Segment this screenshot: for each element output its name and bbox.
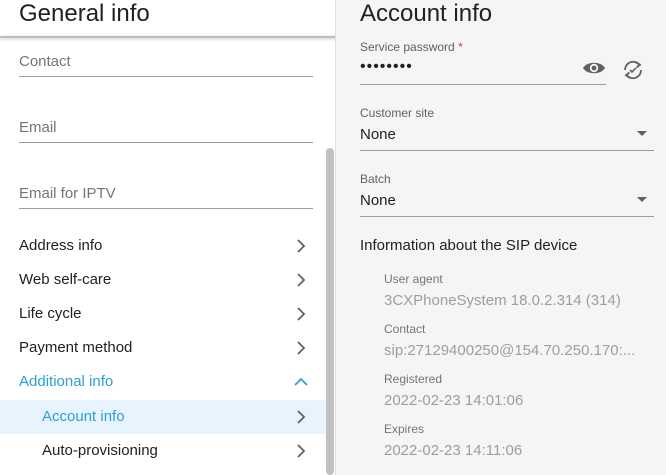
chevron-up-icon	[294, 377, 308, 386]
nav-item-web-self-care[interactable]: Web self-care	[0, 263, 326, 297]
customer-site-select[interactable]: None	[360, 126, 396, 144]
user-agent-label: User agent	[384, 272, 443, 286]
expires-value: 2022-02-23 14:11:06	[384, 442, 523, 459]
customer-site-label: Customer site	[360, 106, 435, 120]
email-placeholder: Email	[19, 119, 57, 136]
nav-label: Life cycle	[19, 305, 82, 322]
contact-field[interactable]: Contact	[19, 52, 313, 77]
show-password-eye-icon[interactable]	[582, 59, 606, 77]
email-iptv-placeholder: Email for IPTV	[19, 185, 116, 202]
email-iptv-field[interactable]: Email for IPTV	[19, 184, 313, 209]
chevron-right-icon	[297, 307, 306, 321]
service-password-input[interactable]: ••••••••	[360, 58, 413, 76]
nav-label: Web self-care	[19, 271, 112, 288]
service-password-label-text: Service password	[360, 40, 455, 54]
chevron-right-icon	[297, 239, 306, 253]
nav-item-auto-provisioning[interactable]: Auto-provisioning	[0, 434, 326, 468]
contact-placeholder: Contact	[19, 53, 71, 70]
contact-label: Contact	[384, 322, 426, 336]
batch-underline	[360, 216, 654, 217]
generate-password-refresh-icon[interactable]	[621, 58, 645, 82]
contact-value: sip:27129400250@154.70.250.170:...	[384, 342, 636, 359]
service-password-underline	[360, 84, 606, 85]
chevron-right-icon	[297, 341, 306, 355]
batch-label: Batch	[360, 172, 391, 186]
required-mark: *	[458, 40, 463, 54]
registered-value: 2022-02-23 14:01:06	[384, 392, 524, 409]
expires-label: Expires	[384, 422, 425, 436]
chevron-right-icon	[297, 410, 306, 424]
nav-label: Auto-provisioning	[42, 442, 158, 459]
sip-device-heading: Information about the SIP device	[360, 237, 578, 254]
chevron-right-icon	[297, 444, 306, 458]
nav-label: Account info	[42, 408, 125, 425]
registered-label: Registered	[384, 372, 443, 386]
header-divider	[0, 36, 336, 38]
email-field[interactable]: Email	[19, 118, 313, 143]
nav-item-address-info[interactable]: Address info	[0, 229, 326, 263]
nav-label: Payment method	[19, 339, 133, 356]
chevron-down-icon[interactable]	[637, 197, 647, 202]
nav-label: Additional info	[19, 373, 114, 390]
chevron-down-icon[interactable]	[637, 131, 647, 136]
general-info-panel: General info Contact Email Email for IPT…	[0, 0, 336, 475]
general-info-title: General info	[19, 0, 150, 27]
nav-item-life-cycle[interactable]: Life cycle	[0, 297, 326, 331]
account-info-title: Account info	[360, 0, 493, 27]
nav-item-additional-info[interactable]: Additional info	[0, 365, 326, 399]
customer-site-underline	[360, 150, 654, 151]
user-agent-value: 3CXPhoneSystem 18.0.2.314 (314)	[384, 292, 621, 309]
scrollbar-thumb[interactable]	[326, 148, 334, 475]
nav-label: Address info	[19, 237, 103, 254]
chevron-right-icon	[297, 273, 306, 287]
nav-item-account-info[interactable]: Account info	[0, 400, 326, 434]
service-password-label: Service password *	[360, 40, 463, 54]
batch-select[interactable]: None	[360, 192, 396, 210]
nav-item-payment-method[interactable]: Payment method	[0, 331, 326, 365]
